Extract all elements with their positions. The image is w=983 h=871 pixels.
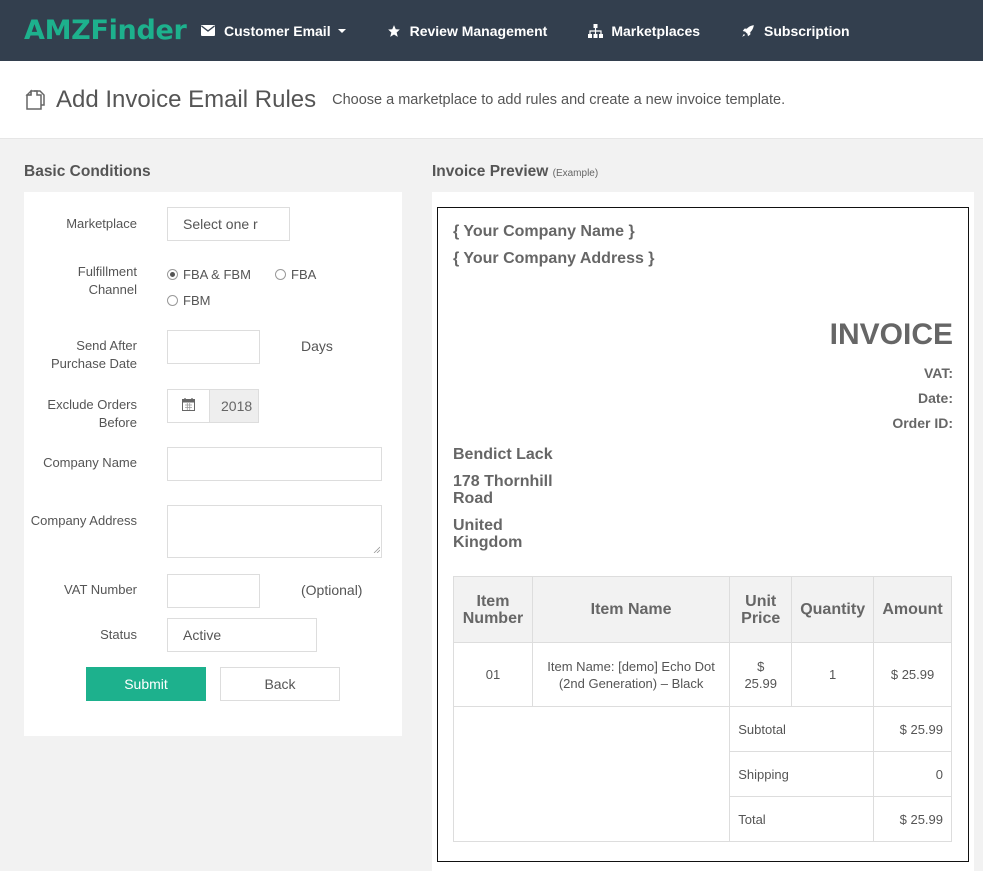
invoice-country-line2: Kingdom: [453, 534, 523, 551]
chevron-down-icon: [337, 28, 346, 33]
copy-icon: [24, 88, 48, 112]
cell-amount: $ 25.99: [873, 642, 952, 707]
company-name-input[interactable]: [167, 447, 382, 481]
nav-customer-email-label: Customer Email: [224, 22, 331, 39]
company-address-textarea[interactable]: [167, 505, 382, 558]
radio-button[interactable]: [275, 269, 286, 280]
status-label: Status: [100, 627, 137, 642]
nav-review-management[interactable]: Review Management: [386, 22, 548, 39]
subtotal-value: $ 25.99: [873, 706, 952, 752]
subtotal-label: Subtotal: [729, 706, 875, 752]
radio-button[interactable]: [167, 295, 178, 306]
envelope-icon: [200, 23, 216, 39]
page-title: Add Invoice Email Rules: [56, 85, 317, 113]
exclude-date-input[interactable]: 2018: [209, 389, 259, 423]
company-name-label: Company Name: [43, 455, 137, 470]
invoice-preview-panel: { Your Company Name } { Your Company Add…: [432, 192, 974, 871]
invoice-address-line1: 178 Thornhill: [453, 473, 553, 490]
nav-customer-email[interactable]: Customer Email: [200, 23, 346, 39]
nav-marketplaces-label: Marketplaces: [611, 22, 701, 39]
table-row-subtotal: Subtotal $ 25.99: [452, 706, 952, 842]
invoice-customer-name: Bendict Lack: [453, 446, 553, 463]
nav-marketplaces[interactable]: Marketplaces: [587, 23, 700, 39]
th-item-number: Item Number: [453, 576, 533, 643]
basic-conditions-panel: Marketplace Select one r Fulfillment Cha…: [24, 192, 402, 736]
fulfillment-radio-fba-fbm[interactable]: FBA & FBM: [167, 267, 251, 282]
basic-conditions-title: Basic Conditions: [24, 163, 151, 180]
table-row: 01 Item Name: [demo] Echo Dot (2nd Gener…: [453, 642, 952, 707]
radio-button-checked[interactable]: [167, 269, 178, 280]
date-picker-button[interactable]: [167, 389, 210, 423]
invoice-items-table: Item Number Item Name Unit Price Quantit…: [452, 576, 952, 842]
vat-number-label: VAT Number: [64, 582, 137, 597]
status-select-value: Active: [183, 627, 222, 643]
invoice-vat: VAT:: [923, 365, 953, 381]
th-unit-price: Unit Price: [729, 576, 793, 643]
sitemap-icon: [587, 23, 603, 39]
marketplace-select[interactable]: Select one r: [167, 207, 290, 241]
invoice-document: { Your Company Name } { Your Company Add…: [437, 207, 969, 862]
calendar-icon: [182, 398, 195, 414]
resize-handle-icon[interactable]: [373, 540, 381, 556]
marketplace-label: Marketplace: [66, 216, 137, 231]
fulfillment-option-label: FBA & FBM: [183, 267, 251, 282]
nav-review-management-label: Review Management: [409, 22, 548, 39]
days-unit-label: Days: [301, 338, 333, 354]
exclude-orders-label: Exclude Orders Before: [47, 397, 137, 430]
cell-item-name: Item Name: [demo] Echo Dot (2nd Generati…: [531, 642, 731, 707]
cell-unit-price: $ 25.99: [729, 642, 793, 707]
star-icon: [386, 23, 402, 39]
send-after-days-input[interactable]: [167, 330, 260, 364]
send-after-label: Send After Purchase Date: [51, 338, 137, 371]
company-address-label: Company Address: [30, 513, 137, 528]
top-navbar: AMZFinder Customer Email Review Manageme…: [0, 0, 983, 61]
page-subtitle: Choose a marketplace to add rules and cr…: [332, 91, 786, 108]
invoice-date: Date:: [917, 390, 953, 406]
total-value: $ 25.99: [873, 796, 952, 842]
page-header: Add Invoice Email Rules Choose a marketp…: [0, 61, 983, 139]
cell-quantity: 1: [791, 642, 875, 707]
invoice-address-line2: Road: [453, 490, 493, 507]
back-button[interactable]: Back: [220, 667, 340, 701]
summary-blank-cell: [452, 706, 731, 842]
invoice-preview-title-text: Invoice Preview: [432, 163, 549, 180]
rocket-icon: [740, 23, 756, 39]
nav-subscription-label: Subscription: [764, 22, 850, 39]
fulfillment-radio-fba[interactable]: FBA: [275, 267, 316, 282]
invoice-preview-note: (Example): [552, 168, 599, 179]
fulfillment-option-label: FBA: [291, 267, 317, 282]
cell-item-number: 01: [453, 642, 533, 707]
vat-optional-note: (Optional): [301, 582, 363, 598]
status-select[interactable]: Active: [167, 618, 317, 652]
submit-button[interactable]: Submit: [86, 667, 206, 701]
invoice-heading: INVOICE: [829, 318, 953, 351]
total-label: Total: [729, 796, 875, 842]
invoice-country-line1: United: [453, 517, 503, 534]
table-header-row: Item Number Item Name Unit Price Quantit…: [453, 576, 952, 643]
fulfillment-option-label: FBM: [183, 293, 211, 308]
marketplace-select-value: Select one r: [183, 216, 258, 232]
th-quantity: Quantity: [791, 576, 875, 643]
fulfillment-channel-label: Fulfillment Channel: [77, 264, 137, 297]
invoice-company-address: { Your Company Address }: [453, 250, 655, 267]
invoice-order-id: Order ID:: [892, 415, 953, 431]
vat-number-input[interactable]: [167, 574, 260, 608]
invoice-preview-title: Invoice Preview (Example): [432, 163, 598, 181]
shipping-value: 0: [873, 751, 952, 797]
brand-logo[interactable]: AMZFinder: [24, 15, 200, 46]
exclude-date-value: 2018: [221, 398, 253, 414]
th-item-name: Item Name: [531, 576, 731, 643]
fulfillment-radio-fbm[interactable]: FBM: [167, 293, 210, 308]
nav-subscription[interactable]: Subscription: [740, 23, 850, 39]
shipping-label: Shipping: [729, 751, 875, 797]
invoice-company-name: { Your Company Name }: [453, 223, 635, 240]
th-amount: Amount: [873, 576, 952, 643]
